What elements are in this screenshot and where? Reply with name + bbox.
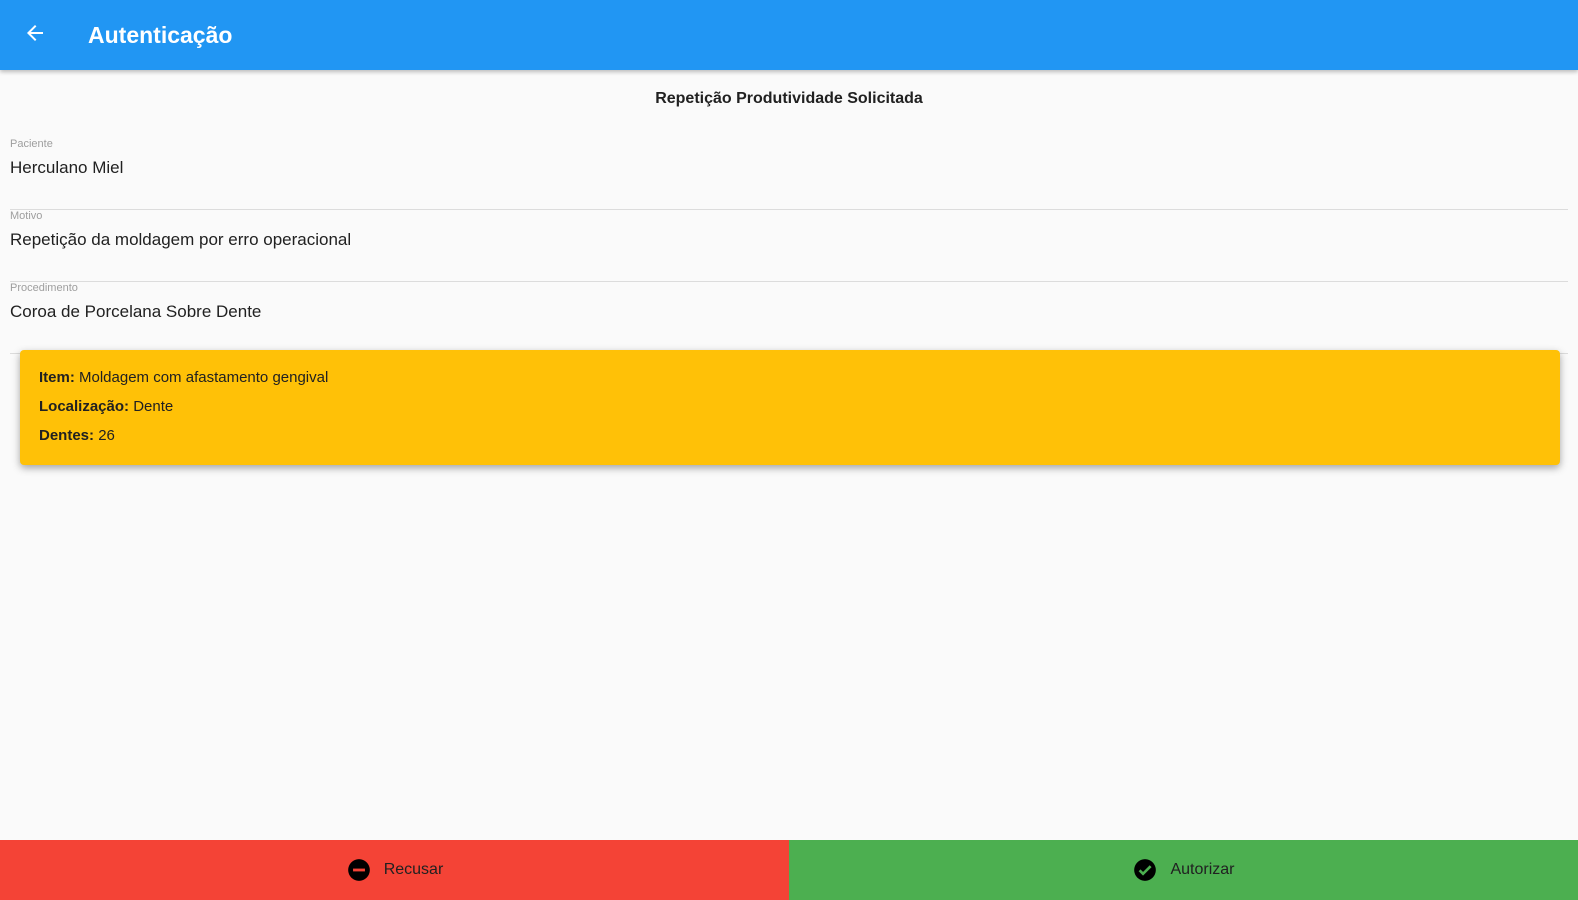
authorize-button[interactable]: Autorizar: [789, 840, 1578, 900]
check-circle-icon: [1132, 857, 1158, 883]
teeth-label: Dentes:: [39, 427, 95, 444]
patient-value: Herculano Miel: [10, 158, 124, 177]
patient-label: Paciente: [10, 138, 53, 150]
procedure-value: Coroa de Porcelana Sobre Dente: [10, 302, 262, 321]
refuse-label: Recusar: [383, 861, 444, 878]
patient-field: Paciente Herculano Miel: [10, 138, 1568, 210]
item-line: Item: Moldagem com afastamento gengival: [39, 368, 1560, 397]
location-line: Localização: Dente: [39, 397, 1560, 426]
page-title: Autenticação: [88, 21, 233, 48]
reason-label: Motivo: [10, 210, 43, 222]
location-label: Localização:: [39, 398, 130, 415]
reason-value: Repetição da moldagem por erro operacion…: [10, 230, 352, 249]
main-content: Repetição Produtividade Solicitada Pacie…: [0, 70, 1578, 840]
item-label: Item:: [39, 369, 75, 386]
item-card: Item: Moldagem com afastamento gengival …: [20, 350, 1560, 465]
procedure-field: Procedimento Coroa de Porcelana Sobre De…: [10, 282, 1568, 354]
refuse-button[interactable]: Recusar: [0, 840, 789, 900]
arrow-back-icon: [23, 21, 47, 50]
location-value: Dente: [133, 398, 174, 415]
section-title: Repetição Produtividade Solicitada: [655, 90, 923, 107]
authorize-label: Autorizar: [1170, 861, 1235, 878]
action-bar: Recusar Autorizar: [0, 840, 1578, 900]
teeth-line: Dentes: 26: [39, 426, 1560, 455]
reason-field: Motivo Repetição da moldagem por erro op…: [10, 210, 1568, 282]
app-bar: Autenticação: [0, 0, 1578, 70]
back-button[interactable]: [0, 0, 70, 70]
procedure-label: Procedimento: [10, 282, 78, 294]
minus-circle-icon: [346, 857, 372, 883]
teeth-value: 26: [98, 427, 115, 444]
item-value: Moldagem com afastamento gengival: [79, 369, 329, 386]
